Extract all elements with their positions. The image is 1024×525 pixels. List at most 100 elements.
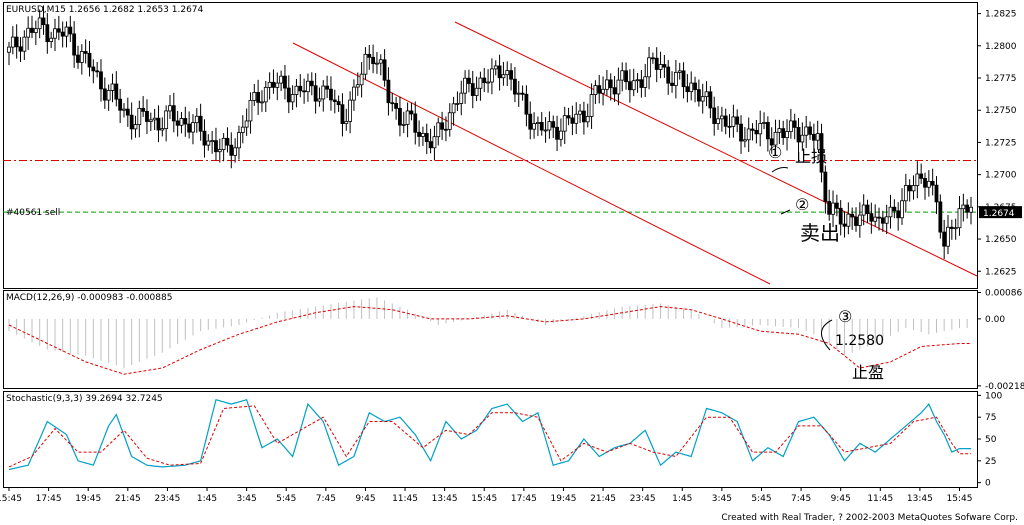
- candle-body: [727, 125, 732, 128]
- candle-body: [689, 82, 694, 93]
- candle-body: [670, 82, 674, 86]
- stochastic-signal-line: [8, 405, 971, 468]
- time-tick-label: 15:45: [471, 494, 497, 504]
- time-tick-label: 1:45: [197, 494, 217, 504]
- time-tick-label: 13:45: [907, 494, 933, 504]
- candle-body: [869, 213, 874, 222]
- candle-body: [811, 133, 816, 141]
- candle-body: [359, 73, 364, 86]
- candle-body: [10, 36, 15, 48]
- candle-body: [409, 110, 414, 115]
- candle-body: [283, 75, 287, 89]
- channel-upper-line: [454, 21, 978, 277]
- price-tick-label: 1.2800: [985, 42, 1017, 52]
- candle-body: [210, 140, 215, 143]
- time-tick-label: 23:45: [630, 494, 656, 504]
- candle-body: [79, 51, 84, 63]
- stochastic-tick-label: 75: [985, 413, 996, 423]
- candle-body: [539, 122, 544, 131]
- candle-body: [562, 115, 567, 132]
- candle-body: [708, 91, 713, 109]
- candle-body: [631, 80, 636, 91]
- time-tick-label: 17:45: [36, 494, 62, 504]
- price-tick-label: 1.2700: [985, 171, 1017, 181]
- candle-body: [148, 119, 153, 122]
- candle-body: [946, 226, 950, 247]
- candle-body: [428, 141, 433, 149]
- candle-body: [398, 108, 402, 126]
- candle-body: [363, 53, 368, 75]
- candle-body: [451, 103, 456, 114]
- candle-body: [194, 115, 199, 124]
- candle-body: [842, 223, 847, 227]
- candle-body: [900, 200, 904, 219]
- candle-body: [95, 70, 100, 73]
- candle-body: [555, 126, 559, 140]
- candle-body: [325, 85, 330, 90]
- candle-body: [340, 104, 345, 124]
- candle-body: [279, 75, 284, 84]
- candle-body: [673, 71, 678, 86]
- candle-body: [252, 92, 257, 101]
- candle-body: [788, 120, 793, 132]
- macd-panel-frame: [3, 290, 978, 389]
- candle-body: [647, 57, 651, 78]
- candle-body: [880, 217, 885, 224]
- price-chart-title: EURUSD,M15 1.2656 1.2682 1.2653 1.2674: [6, 5, 204, 15]
- candle-body: [214, 140, 218, 153]
- time-tick-label: 5:45: [751, 494, 771, 504]
- candle-body: [33, 28, 38, 33]
- candle-body: [627, 81, 632, 91]
- candle-body: [685, 86, 690, 93]
- annotation-sell-text: 卖出: [800, 221, 840, 245]
- candle-body: [681, 70, 686, 88]
- candle-body: [45, 24, 50, 43]
- time-tick-label: 13:45: [432, 494, 458, 504]
- candle-body: [240, 126, 245, 133]
- candle-body: [650, 57, 655, 60]
- candle-body: [781, 128, 786, 139]
- candle-body: [321, 85, 326, 100]
- candle-body: [620, 70, 625, 81]
- candle-body: [91, 66, 96, 72]
- candle-body: [938, 201, 943, 233]
- candle-body: [447, 112, 452, 130]
- candle-body: [907, 185, 912, 192]
- candle-body: [896, 210, 901, 219]
- candle-body: [110, 83, 115, 91]
- candle-body: [501, 74, 506, 79]
- candle-body: [401, 123, 406, 126]
- time-tick-label: 9:45: [355, 494, 375, 504]
- time-tick-label: 3:45: [712, 494, 732, 504]
- candle-body: [942, 231, 947, 247]
- candle-body: [601, 88, 605, 94]
- candle-body: [777, 128, 782, 133]
- candle-body: [294, 85, 299, 95]
- price-tick-label: 1.2725: [985, 138, 1017, 148]
- candle-body: [244, 120, 249, 128]
- candle-body: [919, 173, 924, 179]
- time-tick-label: 7:45: [791, 494, 811, 504]
- candle-body: [585, 116, 590, 123]
- candle-body: [543, 129, 548, 132]
- candle-body: [417, 131, 421, 137]
- order-label: #40561 sell: [6, 208, 61, 218]
- candle-body: [785, 131, 789, 139]
- candle-body: [348, 99, 353, 122]
- candle-body: [696, 89, 701, 102]
- candle-body: [578, 110, 582, 115]
- annotation-target-price-text: 1.2580: [835, 333, 884, 349]
- candle-body: [424, 133, 429, 143]
- stochastic-tick-label: 0: [985, 479, 991, 489]
- candle-body: [306, 80, 310, 93]
- candle-body: [574, 113, 579, 124]
- candle-body: [758, 123, 763, 135]
- annotation-stop-loss-text: 止损: [795, 147, 827, 166]
- candle-body: [482, 77, 487, 83]
- candle-body: [26, 27, 31, 38]
- candle-body: [183, 118, 188, 125]
- candle-body: [486, 81, 490, 84]
- candle-body: [336, 101, 341, 106]
- candle-body: [551, 121, 556, 128]
- candle-body: [888, 206, 893, 218]
